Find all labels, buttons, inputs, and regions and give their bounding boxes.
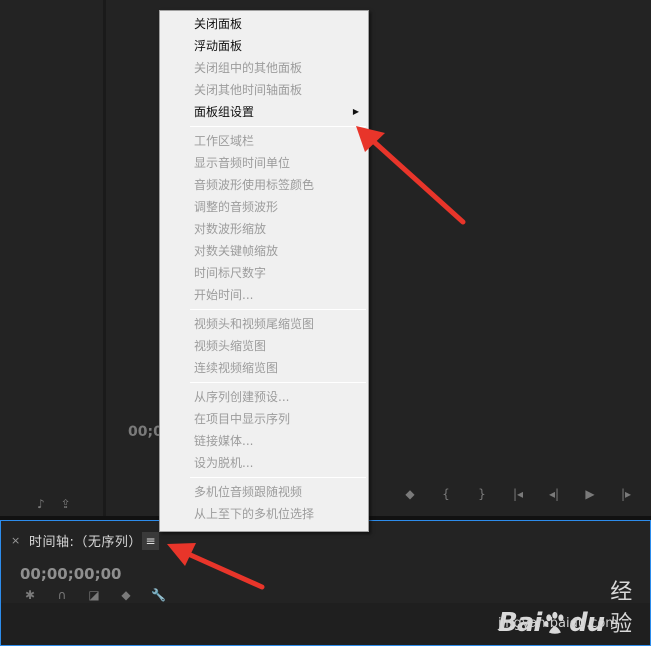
premiere-workspace: 00;0 ♪ ⇪ ◆ { } |◂ ◂| ▶ |▸ ▸ × 时间轴:（无序列） … — [0, 0, 651, 646]
arrow-to-panel-group-settings — [356, 126, 466, 225]
baidu-jingyan-watermark: Bai du 经验 jingyan.baidu.com — [498, 574, 648, 642]
arrow-to-panel-menu-icon — [167, 543, 265, 590]
watermark-url: jingyan.baidu.com — [498, 616, 618, 631]
annotation-arrows — [167, 126, 466, 590]
